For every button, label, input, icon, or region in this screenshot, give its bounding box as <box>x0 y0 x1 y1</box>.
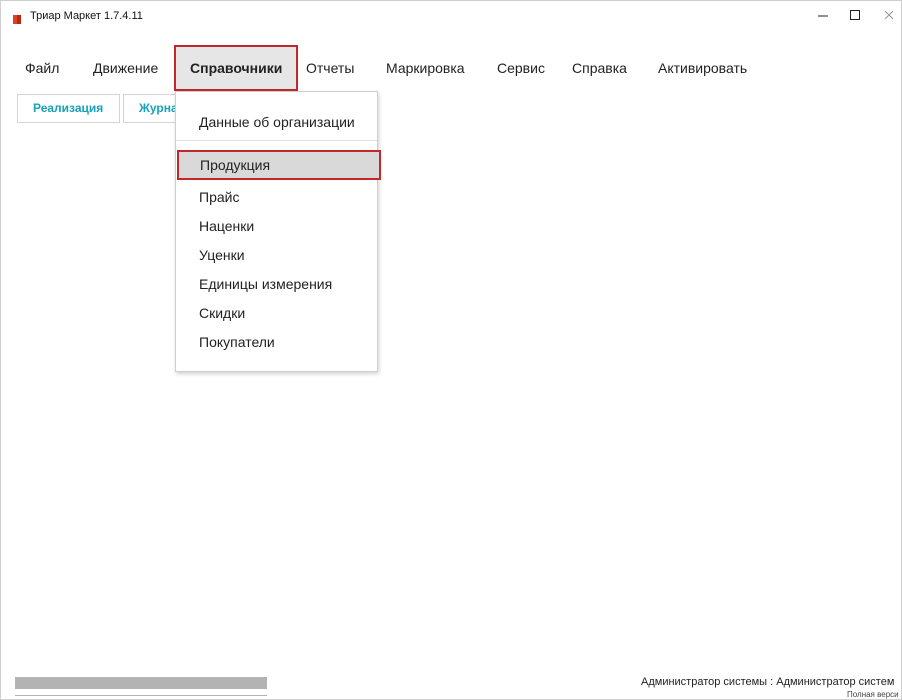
close-button[interactable] <box>875 5 902 25</box>
menu-bar: Файл Движение Справочники Отчеты Маркиро… <box>1 45 901 91</box>
menu-movement[interactable]: Движение <box>93 45 158 91</box>
menu-marking[interactable]: Маркировка <box>386 45 465 91</box>
references-dropdown: Данные об организации Продукция Прайс На… <box>175 91 381 372</box>
dropdown-item-price-list[interactable]: Прайс <box>176 182 377 212</box>
sales-button[interactable]: Реализация <box>17 94 120 123</box>
maximize-button[interactable] <box>841 5 869 25</box>
minimize-button[interactable] <box>809 5 837 25</box>
window-title: Триар Маркет 1.7.4.11 <box>30 10 143 22</box>
menu-file[interactable]: Файл <box>25 45 59 91</box>
dropdown-item-products[interactable]: Продукция <box>177 150 381 180</box>
status-divider <box>15 695 267 696</box>
close-icon <box>884 10 894 20</box>
dropdown-divider <box>176 140 377 141</box>
app-window: Триар Маркет 1.7.4.11 Файл Движение Спра… <box>0 0 902 700</box>
menu-help[interactable]: Справка <box>572 45 627 91</box>
minimize-icon <box>818 15 828 17</box>
menu-references[interactable]: Справочники <box>174 45 299 91</box>
progress-bar <box>15 677 267 689</box>
dropdown-item-markdowns[interactable]: Уценки <box>176 240 377 270</box>
status-version-label: Полная верси <box>847 690 899 699</box>
menu-activate[interactable]: Активировать <box>658 45 747 91</box>
app-logo-icon <box>12 12 22 24</box>
dropdown-item-markups[interactable]: Наценки <box>176 211 377 241</box>
dropdown-item-organization-data[interactable]: Данные об организации <box>176 107 377 137</box>
dropdown-item-units[interactable]: Единицы измерения <box>176 269 377 299</box>
dropdown-item-discounts[interactable]: Скидки <box>176 298 377 328</box>
maximize-icon <box>850 10 860 20</box>
status-user-label: Администратор системы : Администратор си… <box>641 676 895 688</box>
dropdown-item-customers[interactable]: Покупатели <box>176 327 377 357</box>
menu-service[interactable]: Сервис <box>497 45 545 91</box>
title-bar: Триар Маркет 1.7.4.11 <box>1 1 901 31</box>
journal-button[interactable]: Журна <box>123 94 183 123</box>
menu-reports[interactable]: Отчеты <box>306 45 354 91</box>
